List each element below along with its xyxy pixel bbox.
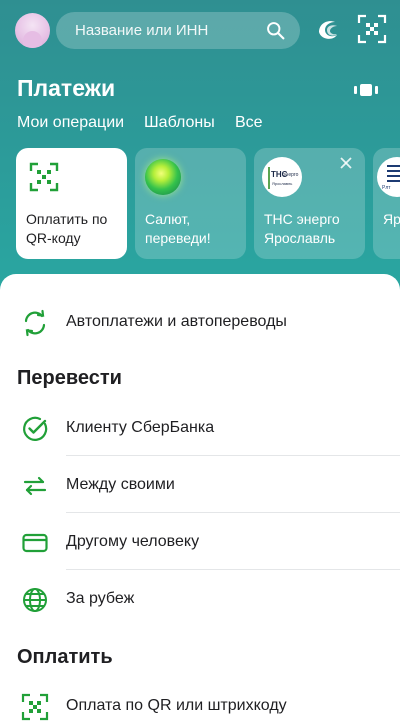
view-toggle-icon[interactable] [354,84,378,96]
transfer-between-own[interactable]: Между своими [0,457,400,514]
company-logo-icon: Рлт [377,157,400,197]
search-input[interactable]: Название или ИНН [56,12,300,49]
card-salut-transfer[interactable]: Салют, переведи! [135,148,246,259]
autopayments-label: Автоплатежи и автопереводы [66,313,287,330]
top-bar: Название или ИНН [0,0,400,62]
tab-all[interactable]: Все [235,114,263,132]
pay-qr-barcode[interactable]: Оплата по QR или штрихкоду [0,678,400,726]
card-tns-energo[interactable]: ТНС энерго Ярославль ТНС энерго Ярославл… [254,148,365,259]
card-company[interactable]: Рлт Яр [373,148,400,259]
pay-section-title: Оплатить [17,646,113,668]
card-label: Оплатить по QR-коду [26,211,108,246]
card-label: ТНС энерго Ярославль [264,211,340,246]
transfer-abroad-label: За рубеж [66,590,135,607]
profile-avatar[interactable] [15,13,50,48]
card-label: Салют, переведи! [145,211,211,246]
salut-assistant-icon[interactable] [313,14,343,44]
search-icon[interactable] [265,20,286,41]
card-label: Яр [383,211,400,227]
divider [66,569,400,570]
tab-my-operations[interactable]: Мои операции [17,114,124,132]
tns-logo-icon: ТНС энерго Ярославль [262,157,302,197]
search-placeholder: Название или ИНН [75,22,209,39]
salut-orb-icon [145,159,181,195]
quick-actions-carousel[interactable]: Оплатить по QR-коду Салют, переведи! ТНС… [0,148,400,260]
transfer-section-title: Перевести [17,367,122,389]
qr-icon [29,162,59,192]
tab-templates[interactable]: Шаблоны [144,114,215,132]
pay-qr-barcode-label: Оплата по QR или штрихкоду [66,697,287,714]
transfer-other-person[interactable]: Другому человеку [0,514,400,571]
globe-icon [23,588,47,612]
transfer-between-own-label: Между своими [66,476,175,493]
arrows-swap-icon [23,476,47,496]
transfer-other-person-label: Другому человеку [66,533,200,550]
transfer-abroad[interactable]: За рубеж [0,571,400,628]
qr-scan-icon[interactable] [357,14,387,44]
close-icon[interactable] [340,157,352,169]
transfer-sber-client-label: Клиенту СберБанка [66,419,215,436]
refresh-icon [24,309,46,337]
divider [66,455,400,456]
card-icon [22,533,48,553]
transfer-sber-client[interactable]: Клиенту СберБанка [0,400,400,457]
payments-panel: Автоплатежи и автопереводы Перевести Кли… [0,274,400,726]
check-circle-icon [23,416,48,441]
qr-icon [21,693,49,721]
autopayments-item[interactable]: Автоплатежи и автопереводы [0,294,400,351]
card-pay-qr[interactable]: Оплатить по QR-коду [16,148,127,259]
divider [66,512,400,513]
page-title: Платежи [17,75,116,101]
